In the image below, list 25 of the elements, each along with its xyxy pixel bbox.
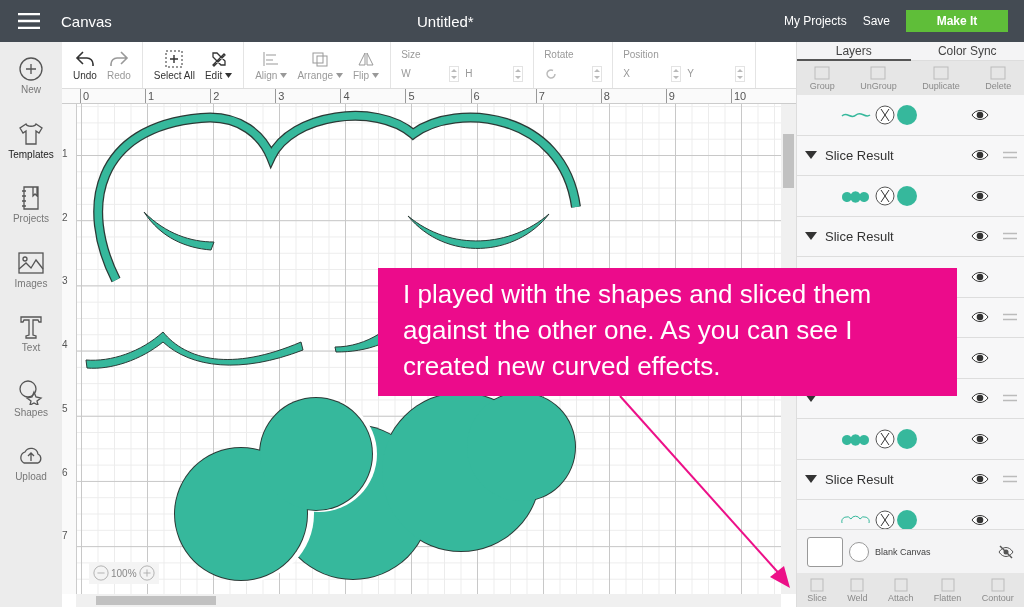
ruler-number: 5 <box>405 89 471 103</box>
ruler-number: 1 <box>62 148 69 161</box>
rotate-label: Rotate <box>544 48 574 60</box>
ruler-number: 5 <box>62 402 69 416</box>
ruler-number: 4 <box>62 339 69 353</box>
ruler-number: 6 <box>470 89 536 103</box>
ruler-number: 9 <box>665 89 731 103</box>
ruler-number: 2 <box>210 89 276 103</box>
ruler-number: 0 <box>80 89 146 103</box>
ruler-number: 7 <box>62 530 69 544</box>
annotation-tooltip: I played with the shapes and sliced them against the other one. As you can see I created new curved effects. <box>378 268 957 396</box>
ruler-number: 4 <box>340 89 406 103</box>
app-title: Canvas <box>61 12 113 30</box>
ruler-number: 3 <box>62 275 69 289</box>
ruler-number: 7 <box>535 89 601 103</box>
ruler-number: 3 <box>275 89 341 103</box>
ruler-number: 2 <box>62 211 69 225</box>
ruler-number: 6 <box>62 466 69 480</box>
position-label: Position <box>623 48 659 60</box>
blank-canvas-label: Blank Canvas <box>875 546 932 557</box>
size-label: Size <box>401 48 421 60</box>
ruler-number: 8 <box>600 89 666 103</box>
zoom-level: 100% <box>111 567 137 579</box>
document-title: Untitled* <box>416 12 475 30</box>
ruler-number: 1 <box>145 89 211 103</box>
